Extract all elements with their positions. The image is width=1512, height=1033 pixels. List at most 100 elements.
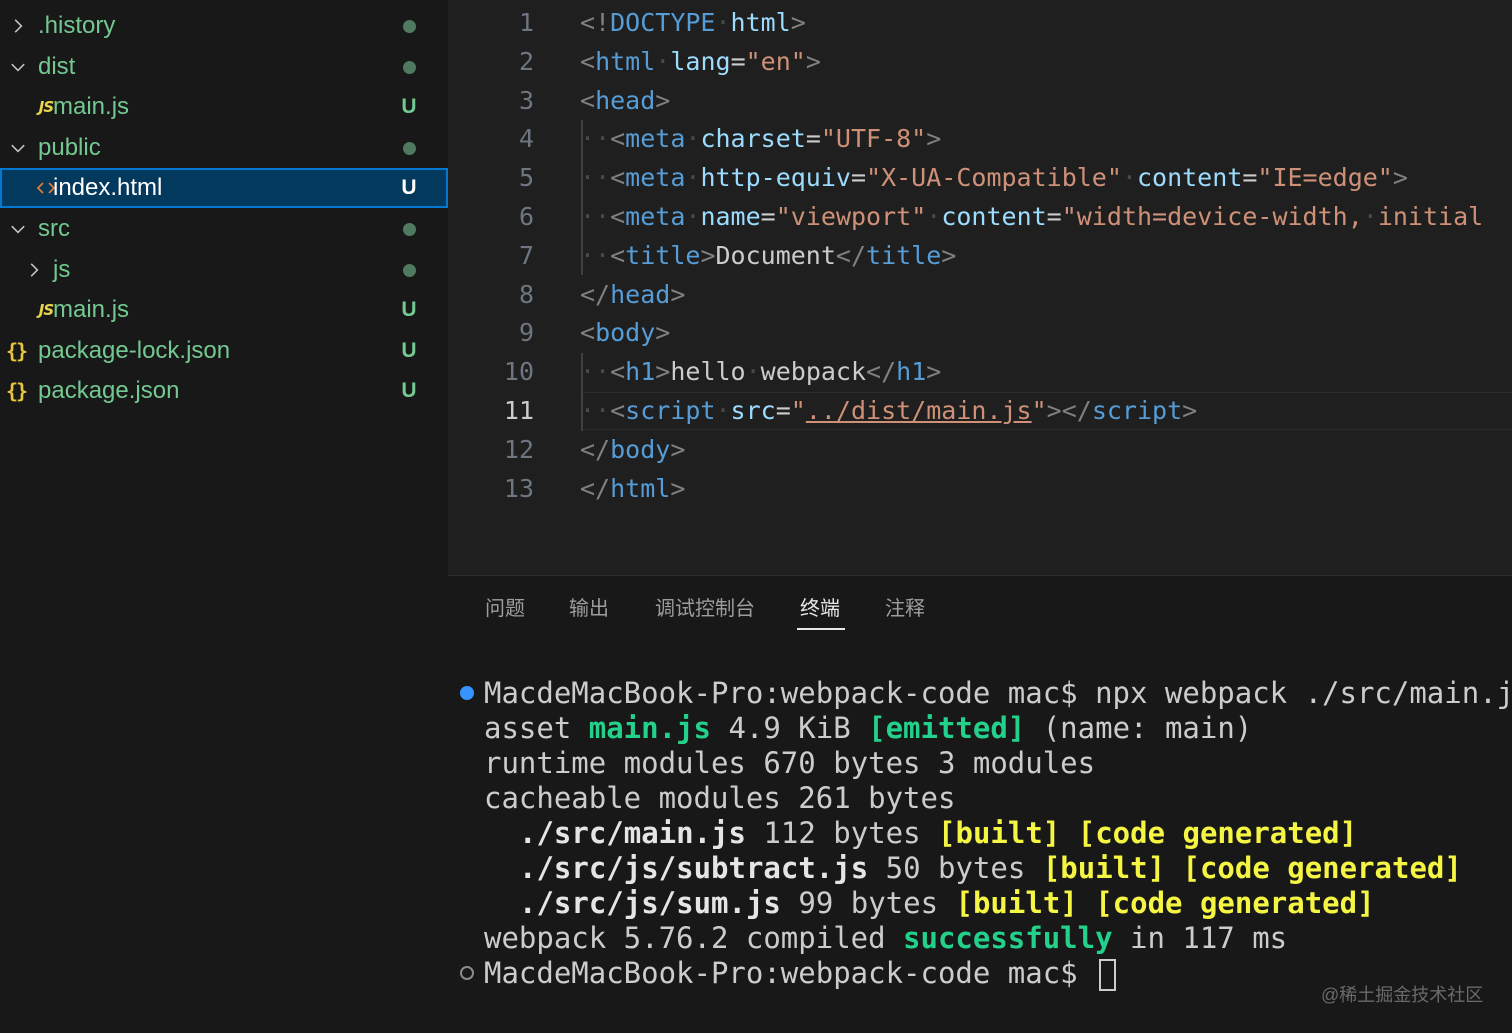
terminal-text: [built] [1042, 851, 1166, 885]
code-token: > [1182, 396, 1198, 425]
code-line[interactable]: 10 ··<h1>hello·webpack</h1> [448, 353, 1512, 392]
tree-item-package-lock-json[interactable]: {} package-lock.json U [0, 331, 448, 371]
code-token: > [670, 473, 686, 503]
chevron-right-icon [22, 250, 46, 290]
code-token: · [745, 357, 761, 387]
line-number: 10 [503, 357, 534, 387]
code-token: content [1136, 163, 1243, 193]
tree-item-main-js[interactable]: JS main.js U [0, 290, 448, 330]
js-badge: JS [38, 98, 54, 117]
code-token: body [595, 318, 656, 348]
terminal-text: ./src/main.js [519, 816, 746, 850]
code-token: < [580, 85, 596, 115]
code-text: ··<title>Document</title> [580, 237, 956, 275]
tree-item-main-js[interactable]: JS main.js U [0, 87, 448, 127]
terminal-text: (name: main) [1025, 711, 1253, 745]
code-token: "en" [745, 46, 806, 76]
tree-item-label: js [53, 255, 71, 283]
terminal-text: successfully [903, 921, 1113, 955]
terminal-line: runtime modules 670 bytes 3 modules [484, 746, 1095, 781]
bottom-panel: 问题 输出 调试控制台 终端 注释 MacdeMacBook-Pro:webpack-c… [448, 575, 1512, 1033]
code-token: "viewport" [775, 202, 927, 231]
file-link[interactable]: ../dist/main.js [806, 396, 1032, 425]
panel-tab-1[interactable]: 输出 [569, 594, 609, 634]
code-text: <body> [580, 314, 670, 352]
terminal-line: cacheable modules 261 bytes [484, 781, 955, 816]
terminal-text: MacdeMacBook-Pro:webpack-code mac$ npx w… [484, 676, 1512, 710]
code-token: = [1242, 163, 1258, 193]
code-token: > [926, 124, 942, 154]
line-number: 1 [518, 8, 534, 37]
tree-item-label: main.js [53, 296, 130, 324]
code-token: > [655, 85, 671, 115]
tree-item-label: public [38, 133, 101, 161]
line-number: 13 [503, 473, 534, 503]
code-token: head [595, 85, 656, 115]
code-token: > [926, 357, 942, 387]
code-token: · [1362, 202, 1378, 231]
terminal-text: webpack 5.76.2 compiled [484, 921, 904, 955]
code-line[interactable]: 7 ··<title>Document</title> [448, 237, 1512, 276]
code-text: ··<h1>hello·webpack</h1> [580, 353, 941, 391]
chevron-down-icon [11, 144, 25, 153]
panel-tab-2[interactable]: 调试控制台 [655, 594, 755, 634]
terminal-text: ./src/js/sum.js [519, 886, 781, 920]
code-line[interactable]: 5 ··<meta·http-equiv="X-UA-Compatible"·co… [448, 159, 1512, 198]
command-success-dot [460, 686, 474, 700]
line-number: 11 [503, 396, 534, 425]
tree-item-label: main.js [53, 93, 130, 121]
code-editor[interactable]: 1 <!DOCTYPE·html> 2 <html·lang="en"> 3 <head>… [448, 0, 1512, 575]
tree-item-package-json[interactable]: {} package.json U [0, 371, 448, 411]
code-text: ··<meta·charset="UTF-8"> [580, 120, 941, 158]
code-line[interactable]: 3 <head> [448, 82, 1512, 121]
code-token: ·· [580, 124, 611, 154]
code-line[interactable]: 4 ··<meta·charset="UTF-8"> [448, 120, 1512, 159]
terminal-text: runtime modules 670 bytes 3 modules [484, 746, 1096, 780]
code-line[interactable]: 6 ··<meta·name="viewport"·content="width=… [448, 198, 1512, 237]
code-token: = [1046, 202, 1062, 231]
chevron-down-icon [6, 209, 30, 249]
code-token: > [670, 434, 686, 464]
terminal-cursor [1099, 959, 1117, 991]
code-text: </body> [580, 431, 685, 469]
panel-tab-4[interactable]: 注释 [885, 594, 925, 634]
tree-item-index-html[interactable]: index.html U [0, 168, 448, 209]
terminal-text: MacdeMacBook-Pro:webpack-code mac$ [484, 956, 1096, 990]
code-token: title [866, 240, 942, 270]
code-line[interactable]: 11 ··<script·src="../dist/main.js"></scri… [448, 392, 1512, 431]
code-token: http-equiv [700, 163, 851, 193]
code-token: < [610, 124, 626, 154]
code-line[interactable]: 13 </html> [448, 470, 1512, 509]
panel-tab-0[interactable]: 问题 [485, 594, 525, 634]
code-token: > [790, 8, 806, 37]
tree-item-js[interactable]: js [0, 250, 448, 290]
tree-item-public[interactable]: public [0, 128, 448, 168]
git-status-badge: U [401, 298, 417, 322]
code-text: <html·lang="en"> [580, 43, 821, 81]
code-token: <! [580, 8, 611, 37]
git-modified-dot [403, 263, 416, 277]
tree-item--history[interactable]: .history [0, 6, 448, 46]
tree-item-src[interactable]: src [0, 209, 448, 249]
terminal-text: [emitted] [868, 711, 1026, 745]
code-token: > [670, 279, 686, 309]
terminal-line: asset main.js 4.9 KiB [emitted] (name: m… [484, 711, 1252, 746]
code-token: h1 [896, 357, 927, 387]
code-token: < [580, 318, 596, 348]
code-token: " [790, 396, 806, 425]
terminal-line: MacdeMacBook-Pro:webpack-code mac$ npx w… [484, 676, 1512, 711]
code-token: body [610, 434, 671, 464]
git-modified-dot [403, 20, 416, 33]
tree-item-label: package-lock.json [38, 336, 231, 364]
code-line[interactable]: 8 </head> [448, 276, 1512, 315]
terminal-line: ./src/js/subtract.js 50 bytes [built] [c… [519, 851, 1462, 886]
code-line[interactable]: 9 <body> [448, 314, 1512, 353]
terminal-text: asset [484, 711, 589, 745]
tree-item-dist[interactable]: dist [0, 47, 448, 87]
code-token: html [730, 8, 791, 37]
code-line[interactable]: 2 <html·lang="en"> [448, 43, 1512, 82]
code-token: ·· [580, 240, 611, 270]
code-line[interactable]: 1 <!DOCTYPE·html> [448, 4, 1512, 43]
code-token: initial [1377, 202, 1484, 231]
code-line[interactable]: 12 </body> [448, 431, 1512, 470]
